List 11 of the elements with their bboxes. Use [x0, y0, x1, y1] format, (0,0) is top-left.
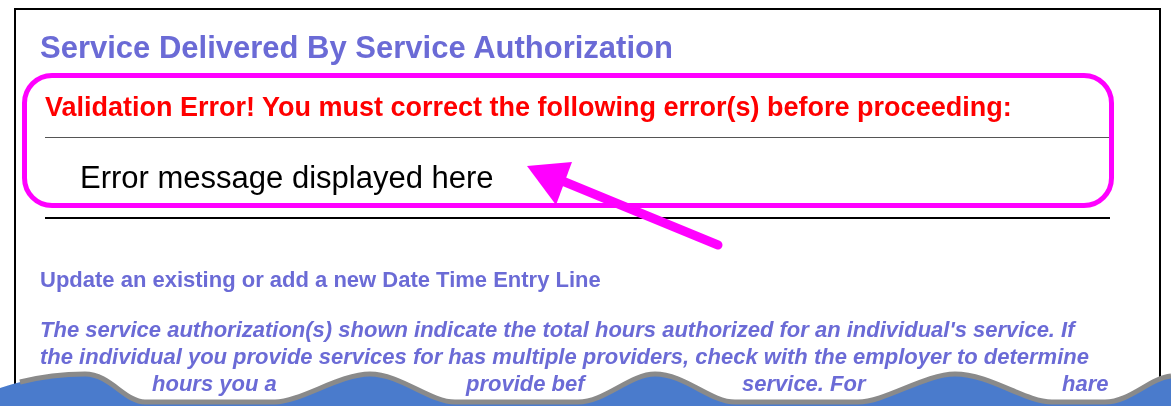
paragraph-fragment: provide bef — [466, 370, 585, 397]
paragraph-line: the individual you provide services for has multiple providers, check with the employer to determine — [40, 343, 1089, 370]
error-message: Error message displayed here — [80, 160, 494, 196]
paragraph-line: The service authorization(s) shown indicate the total hours authorized for an individual's service. If — [40, 316, 1075, 343]
paragraph-fragment: hare — [1062, 370, 1109, 397]
arrow-icon — [525, 160, 725, 252]
paragraph-fragment: service. For — [742, 370, 866, 397]
paragraph-fragment: hours you a — [152, 370, 277, 397]
validation-error-heading: Validation Error! You must correct the following error(s) before proceeding: — [45, 91, 1012, 123]
section-heading: Update an existing or add a new Date Time Entry Line — [40, 266, 601, 294]
page-title: Service Delivered By Service Authorization — [40, 30, 673, 66]
